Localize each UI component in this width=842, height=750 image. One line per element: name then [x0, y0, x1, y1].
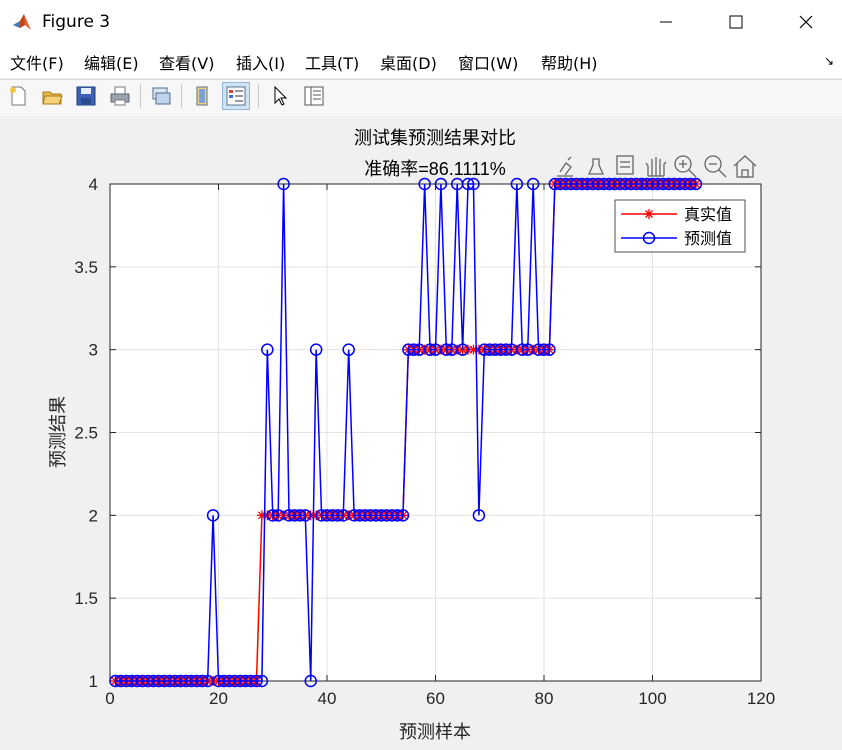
- x-tick-label: 100: [638, 689, 666, 708]
- legend-label-true: 真实值: [684, 206, 732, 224]
- x-tick-label: 80: [535, 689, 554, 708]
- y-tick-label: 2.5: [74, 424, 98, 443]
- chart-subtitle: 准确率=86.1111%: [364, 159, 506, 179]
- y-tick-label: 1.5: [74, 589, 98, 608]
- legend[interactable]: 真实值 预测值: [614, 199, 746, 253]
- legend-star-marker: [644, 209, 654, 219]
- x-tick-label: 120: [747, 689, 775, 708]
- x-tick-label: 60: [426, 689, 445, 708]
- y-tick-label: 3: [89, 341, 98, 360]
- legend-star: [644, 209, 654, 219]
- zoom-in-icon[interactable]: [674, 155, 697, 178]
- axes-toolbar: [557, 155, 757, 178]
- x-tick-label: 20: [209, 689, 228, 708]
- home-restore-icon[interactable]: [733, 155, 757, 178]
- y-tick-label: 3.5: [74, 258, 98, 277]
- legend-label-pred: 预测值: [684, 230, 732, 248]
- y-axis-label: 预测结果: [48, 396, 68, 468]
- data-tips-icon[interactable]: [616, 155, 634, 175]
- chart-title: 测试集预测结果对比: [354, 128, 516, 148]
- plot-svg: 0 20 40 60 80 100 120 1 1.5 2 2.5 3 3.5 4 测试集预测结果对比 准…: [48, 128, 775, 742]
- y-tick-label: 2: [89, 506, 98, 525]
- x-axis-label: 预测样本: [399, 722, 471, 742]
- data-brush-icon[interactable]: [587, 158, 605, 175]
- y-tick-label: 4: [89, 175, 98, 194]
- brush-export-icon[interactable]: [557, 156, 573, 177]
- x-tick-label: 0: [105, 689, 114, 708]
- y-tick-label: 1: [89, 672, 98, 691]
- zoom-out-icon[interactable]: [704, 155, 727, 178]
- pan-hand-icon[interactable]: [645, 157, 667, 177]
- x-tick-label: 40: [318, 689, 337, 708]
